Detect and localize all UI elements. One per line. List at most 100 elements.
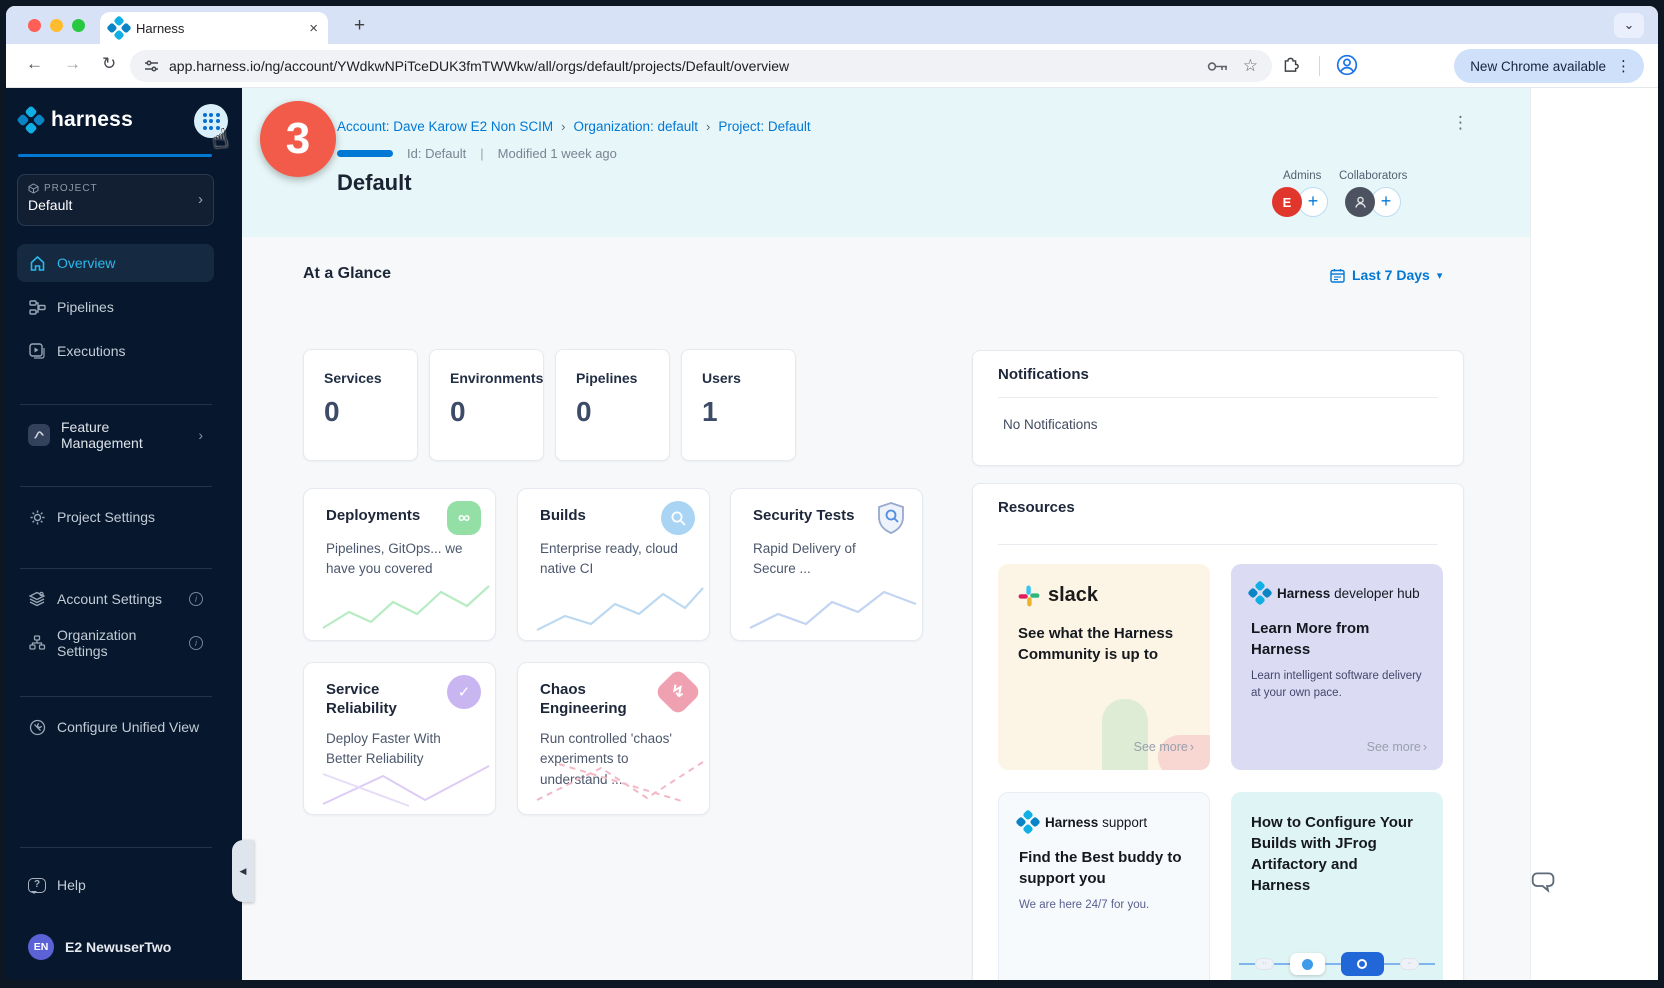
see-more-link[interactable]: See more [1134, 740, 1194, 754]
stat-card-services[interactable]: Services 0 [303, 349, 418, 461]
back-icon[interactable]: ← [26, 54, 43, 74]
reload-icon[interactable]: ↻ [102, 54, 116, 74]
pipeline-node-active [1341, 952, 1384, 976]
info-icon[interactable]: i [189, 636, 203, 650]
add-collaborator-button[interactable]: + [1371, 187, 1401, 217]
sidebar-user[interactable]: EN E2 NewuserTwo [17, 928, 214, 966]
sidebar-divider [20, 696, 212, 697]
bookmark-star-icon[interactable]: ☆ [1243, 56, 1258, 76]
admins-label: Admins [1283, 170, 1321, 182]
url-text[interactable]: app.harness.io/ng/account/YWdkwNPiTceDUK… [169, 58, 1207, 74]
main-content: Account: Dave Karow E2 Non SCIM › Organi… [242, 88, 1530, 980]
breadcrumb-project-link[interactable]: Project: Default [718, 119, 810, 134]
sidebar-item-configure-unified-view[interactable]: Configure Unified View [17, 708, 214, 746]
resource-card-slack[interactable]: slack See what the Harness Community is … [998, 564, 1210, 770]
stat-card-users[interactable]: Users 1 [681, 349, 796, 461]
module-card-security-tests[interactable]: Security Tests Rapid Delivery of Secure … [730, 488, 923, 641]
tab-close-icon[interactable]: × [309, 20, 318, 37]
sidebar-item-label: Feature Management [61, 419, 183, 451]
annotation-step-badge: 3 [260, 101, 336, 177]
module-title: Chaos Engineering [540, 681, 658, 719]
collaborator-avatar[interactable] [1345, 187, 1375, 217]
resource-card-support[interactable]: Harness support Find the Best buddy to s… [998, 792, 1210, 980]
browser-tab[interactable]: Harness × [100, 12, 328, 44]
collaborators-label: Collaborators [1339, 170, 1407, 182]
zoom-window-button[interactable] [72, 19, 85, 32]
pipeline-graphic: ·· ·· [1239, 952, 1435, 976]
sidebar-item-organization-settings[interactable]: Organization Settings i [17, 624, 214, 662]
stat-value: 1 [702, 396, 795, 428]
divider [998, 397, 1438, 398]
at-a-glance-title: At a Glance [303, 265, 391, 283]
breadcrumb: Account: Dave Karow E2 Non SCIM › Organi… [337, 119, 811, 134]
builds-sparkline [535, 578, 705, 636]
tab-overflow-button[interactable]: ⌄ [1614, 13, 1644, 38]
info-icon[interactable]: i [189, 592, 203, 606]
stat-card-pipelines[interactable]: Pipelines 0 [555, 349, 670, 461]
module-card-chaos-engineering[interactable]: Chaos Engineering ↯ Run controlled 'chao… [517, 662, 710, 815]
new-chrome-available-button[interactable]: New Chrome available ⋮ [1454, 49, 1644, 83]
stat-card-environments[interactable]: Environments 0 [429, 349, 544, 461]
module-card-deployments[interactable]: Deployments ∞ Pipelines, GitOps... we ha… [303, 488, 496, 641]
sidebar-item-executions[interactable]: Executions [17, 332, 214, 370]
project-selector[interactable]: PROJECT Default › [17, 174, 214, 226]
minimize-window-button[interactable] [50, 19, 63, 32]
new-tab-button[interactable]: + [354, 15, 365, 37]
notifications-title: Notifications [998, 366, 1089, 383]
sidebar-item-project-settings[interactable]: Project Settings [17, 498, 214, 536]
sidebar-item-feature-management[interactable]: Feature Management › [17, 416, 214, 454]
breadcrumb-sep-icon: › [561, 119, 565, 134]
stat-label: Environments [450, 370, 543, 386]
header-kebab-icon[interactable]: ⋮ [1452, 113, 1469, 133]
forward-icon[interactable]: → [64, 54, 81, 74]
sidebar-divider [20, 404, 212, 405]
password-key-icon[interactable] [1207, 60, 1229, 73]
chevron-right-icon: › [198, 427, 203, 443]
breadcrumb-account-link[interactable]: Account: Dave Karow E2 Non SCIM [337, 119, 553, 134]
see-more-link[interactable]: See more [1367, 740, 1427, 754]
sidebar-collapse-handle[interactable]: ◀ [232, 840, 254, 902]
close-window-button[interactable] [28, 19, 41, 32]
home-icon [28, 255, 46, 272]
sidebar-item-overview[interactable]: Overview [17, 244, 214, 282]
module-card-service-reliability[interactable]: Service Reliability ✓ Deploy Faster With… [303, 662, 496, 815]
calendar-icon [1330, 268, 1345, 283]
resource-subtext: Learn intelligent software delivery at y… [1251, 668, 1423, 701]
module-card-builds[interactable]: Builds Enterprise ready, cloud native CI [517, 488, 710, 641]
sidebar-item-label: Project Settings [57, 509, 155, 525]
module-title: Deployments [326, 507, 444, 526]
chat-support-icon[interactable] [1530, 868, 1560, 898]
sidebar-item-pipelines[interactable]: Pipelines [17, 288, 214, 326]
harness-brand[interactable]: harness [22, 108, 133, 132]
project-color-bar [337, 150, 393, 157]
sidebar-item-help[interactable]: ? Help [17, 866, 214, 904]
module-desc: Enterprise ready, cloud native CI [540, 539, 686, 580]
site-info-icon[interactable] [144, 59, 159, 74]
extensions-puzzle-icon[interactable] [1282, 55, 1302, 75]
resource-card-developer-hub[interactable]: Harness developer hub Learn More from Ha… [1231, 564, 1443, 770]
add-admin-button[interactable]: + [1298, 187, 1328, 217]
browser-menu-kebab-icon[interactable]: ⋮ [1616, 57, 1632, 75]
deployments-sparkline [321, 578, 491, 636]
gear-icon [28, 509, 46, 526]
resource-card-jfrog[interactable]: How to Configure Your Builds with JFrog … [1231, 792, 1443, 980]
sidebar-item-label: Pipelines [57, 299, 114, 315]
module-title: Service Reliability [326, 681, 444, 719]
layers-gear-icon [28, 591, 46, 607]
harness-logo-icon [1015, 809, 1040, 834]
harness-favicon [106, 15, 131, 40]
project-header: Account: Dave Karow E2 Non SCIM › Organi… [242, 88, 1530, 237]
slack-logo-icon [1018, 585, 1040, 607]
date-range-picker[interactable]: Last 7 Days ▾ [1330, 267, 1442, 283]
resource-heading: Find the Best buddy to support you [1019, 847, 1195, 889]
admin-avatar[interactable]: E [1272, 187, 1302, 217]
url-bar[interactable]: app.harness.io/ng/account/YWdkwNPiTceDUK… [130, 50, 1272, 82]
resources-title: Resources [998, 499, 1075, 516]
breadcrumb-organization-link[interactable]: Organization: default [573, 119, 698, 134]
sidebar-item-account-settings[interactable]: Account Settings i [17, 580, 214, 618]
module-title: Builds [540, 507, 658, 526]
chaos-engineering-icon: ↯ [654, 668, 702, 716]
profile-icon[interactable] [1336, 54, 1358, 76]
notifications-panel: Notifications No Notifications [972, 350, 1464, 466]
modified-timestamp: Modified 1 week ago [498, 146, 617, 161]
